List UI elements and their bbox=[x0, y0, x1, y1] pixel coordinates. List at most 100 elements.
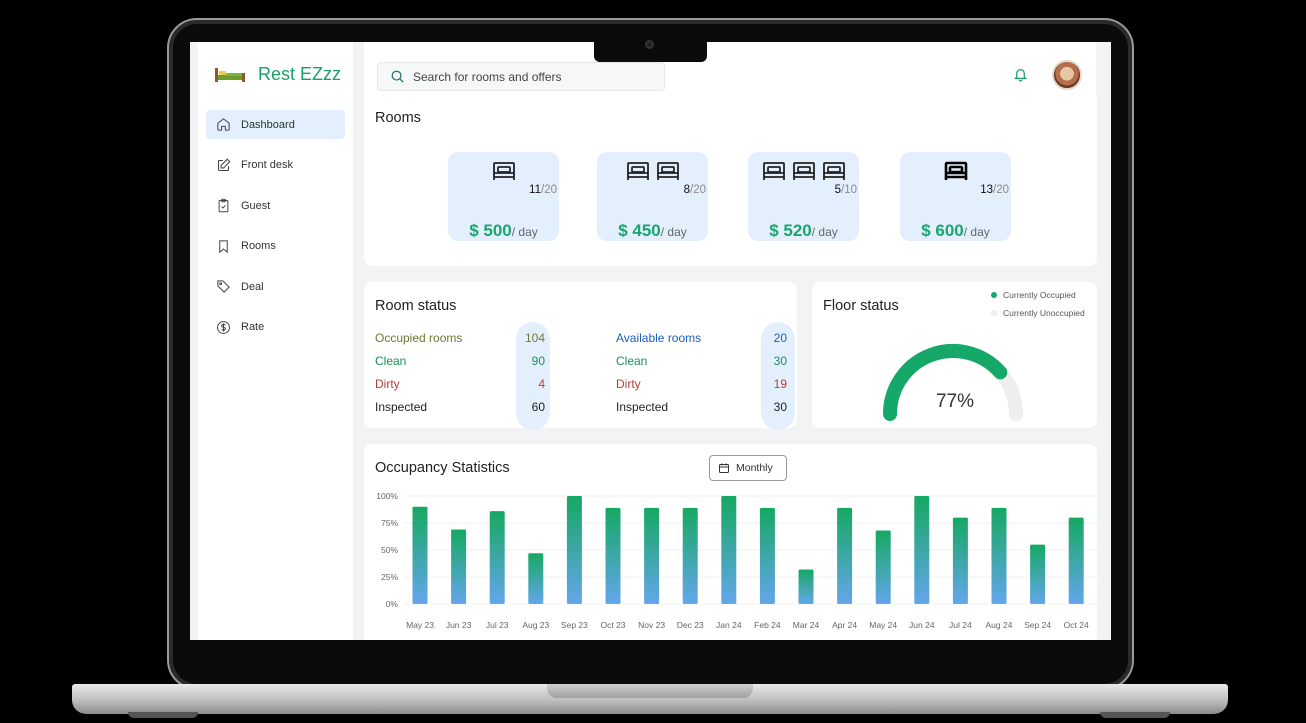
brand-logo[interactable]: Rest EZzz bbox=[214, 64, 341, 85]
brand-name: Rest EZzz bbox=[258, 64, 342, 84]
chart-bar bbox=[875, 530, 891, 604]
sidebar-item-rate[interactable]: Rate bbox=[206, 313, 345, 342]
clean-label: Clean bbox=[375, 354, 407, 368]
calendar-icon bbox=[719, 463, 729, 473]
chart-bar bbox=[991, 507, 1007, 604]
period-label: Monthly bbox=[736, 462, 773, 474]
clipboard-icon bbox=[218, 198, 229, 213]
sidebar-item-deal[interactable]: Deal bbox=[206, 272, 345, 301]
bed-icon bbox=[792, 162, 815, 180]
room-type-card[interactable]: 11/20 $ 500/ day bbox=[448, 152, 559, 241]
chart-bar bbox=[489, 511, 505, 604]
available-rooms-value: 20 bbox=[773, 331, 787, 345]
room-availability: 5/10 bbox=[834, 184, 857, 196]
clean-label: Clean bbox=[616, 354, 648, 368]
x-tick-label: Oct 23 bbox=[600, 620, 625, 630]
room-status-card: Room status Occupied rooms Clean Dirty I… bbox=[364, 282, 797, 430]
sidebar-item-rooms[interactable]: Rooms bbox=[206, 232, 345, 261]
room-price: $ 500/ day bbox=[469, 221, 538, 240]
occupancy-card: Occupancy Statistics Monthly 100% 75% 50% 2… bbox=[364, 444, 1097, 640]
inspected-label: Inspected bbox=[616, 400, 669, 414]
inspected-value: 30 bbox=[773, 400, 787, 414]
room-price: $ 450/ day bbox=[618, 221, 687, 240]
bed-icon bbox=[626, 162, 649, 180]
chart-bar bbox=[759, 507, 775, 604]
chart-bar bbox=[682, 507, 698, 604]
x-tick-label: Mar 24 bbox=[793, 620, 820, 630]
chart-bar bbox=[528, 553, 544, 604]
room-beds bbox=[748, 160, 859, 182]
x-tick-label: Oct 24 bbox=[1064, 620, 1089, 630]
x-tick-label: Sep 23 bbox=[561, 620, 588, 630]
x-tick-label: Aug 23 bbox=[522, 620, 549, 630]
room-beds bbox=[597, 160, 708, 182]
x-tick-label: Sep 24 bbox=[1024, 620, 1051, 630]
sidebar-item-front-desk[interactable]: Front desk bbox=[206, 151, 345, 180]
laptop-base-notch bbox=[547, 684, 753, 698]
chart-bar bbox=[914, 496, 930, 604]
chart-bar bbox=[798, 569, 814, 604]
search-input[interactable]: Search for rooms and offers bbox=[377, 62, 665, 91]
y-tick-label: 25% bbox=[381, 572, 398, 582]
chart-bar bbox=[566, 496, 582, 604]
available-rooms-label: Available rooms bbox=[616, 331, 702, 345]
bed-icon bbox=[656, 162, 679, 180]
rooms-card: Rooms 11/20 $ 500/ day 8/20 $ 450/ day 5… bbox=[364, 96, 1097, 266]
screen: Rest EZzz Dashboard Front desk Guest Roo… bbox=[190, 42, 1111, 640]
sidebar-item-label: Dashboard bbox=[241, 118, 295, 131]
sidebar-item-label: Guest bbox=[241, 199, 271, 212]
inspected-label: Inspected bbox=[375, 400, 428, 414]
chart-bar bbox=[837, 507, 853, 604]
bookmark-icon bbox=[219, 239, 228, 253]
legend-unoccupied: Currently Unoccupied bbox=[991, 308, 1085, 318]
notification-button[interactable] bbox=[1013, 66, 1028, 87]
y-tick-label: 50% bbox=[381, 545, 398, 555]
chart-bar bbox=[451, 529, 467, 604]
gauge-value: 77% bbox=[935, 391, 975, 412]
inspected-value: 60 bbox=[531, 400, 545, 414]
avatar[interactable] bbox=[1052, 60, 1082, 90]
top-bar: Search for rooms and offers bbox=[364, 42, 1096, 96]
tag-icon bbox=[217, 280, 230, 293]
x-tick-label: Jun 24 bbox=[909, 620, 935, 630]
room-beds bbox=[900, 160, 1011, 182]
camera-icon bbox=[645, 40, 654, 49]
room-beds bbox=[448, 160, 559, 182]
room-type-card[interactable]: 13/20 $ 600/ day bbox=[900, 152, 1011, 241]
search-icon bbox=[391, 70, 404, 83]
occupied-rooms-label: Occupied rooms bbox=[375, 331, 463, 345]
occupied-rooms-value: 104 bbox=[524, 331, 545, 345]
sidebar-item-label: Rooms bbox=[241, 240, 276, 252]
legend-occupied: Currently Occupied bbox=[991, 290, 1076, 300]
bell-icon bbox=[1013, 69, 1028, 82]
x-tick-label: Nov 23 bbox=[638, 620, 665, 630]
occupancy-chart: 100% 75% 50% 25% 0% May 23 Jun 23 Jul 23 Aug 23 S… bbox=[376, 491, 1097, 630]
x-tick-label: Apr 24 bbox=[832, 620, 857, 630]
y-tick-label: 100% bbox=[376, 491, 398, 501]
period-select[interactable]: Monthly bbox=[709, 455, 787, 481]
clean-value: 30 bbox=[773, 354, 787, 368]
occupancy-title: Occupancy Statistics bbox=[375, 460, 510, 476]
chart-bar bbox=[721, 496, 737, 604]
dirty-label: Dirty bbox=[616, 377, 641, 391]
chart-bar bbox=[952, 517, 968, 604]
sidebar-item-guest[interactable]: Guest bbox=[206, 191, 345, 220]
sidebar-nav: Dashboard Front desk Guest Rooms Deal Ra… bbox=[206, 110, 345, 353]
bed-icon bbox=[492, 162, 515, 180]
chart-bar bbox=[412, 506, 428, 604]
sidebar-item-label: Front desk bbox=[241, 159, 293, 171]
x-tick-label: May 23 bbox=[406, 620, 434, 630]
sidebar-item-dashboard[interactable]: Dashboard bbox=[206, 110, 345, 139]
sidebar: Rest EZzz Dashboard Front desk Guest Roo… bbox=[198, 42, 353, 640]
y-tick-label: 0% bbox=[386, 599, 399, 609]
room-type-card[interactable]: 8/20 $ 450/ day bbox=[597, 152, 708, 241]
x-tick-label: Jul 23 bbox=[486, 620, 509, 630]
x-tick-label: Jan 24 bbox=[716, 620, 742, 630]
bed-icon bbox=[762, 162, 785, 180]
sidebar-item-label: Rate bbox=[241, 321, 265, 333]
room-type-card[interactable]: 5/10 $ 520/ day bbox=[748, 152, 859, 241]
edit-icon bbox=[218, 158, 231, 171]
clean-value: 90 bbox=[531, 354, 545, 368]
dirty-value: 4 bbox=[538, 377, 545, 391]
dirty-label: Dirty bbox=[375, 377, 400, 391]
